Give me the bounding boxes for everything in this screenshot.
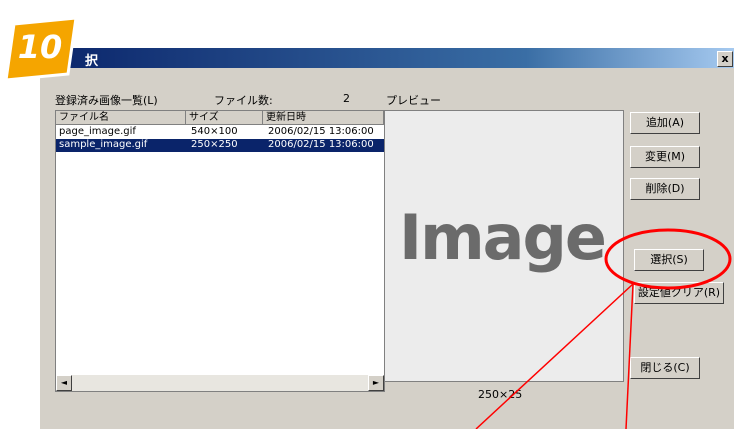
row-filename: page_image.gif — [59, 126, 136, 137]
clear-settings-button[interactable]: 設定値クリア(R) — [634, 282, 724, 304]
preview-label: プレビュー — [386, 94, 441, 107]
column-header-date[interactable]: 更新日時 — [263, 111, 384, 125]
file-count-label: ファイル数: — [214, 94, 273, 107]
dialog-titlebar — [40, 48, 734, 68]
image-list[interactable]: ファイル名 サイズ 更新日時 page_image.gif 540×100 20… — [55, 110, 385, 392]
list-header: ファイル名 サイズ 更新日時 — [56, 111, 384, 125]
preview-pane: Image — [384, 110, 624, 382]
close-button[interactable]: 閉じる(C) — [630, 357, 700, 379]
delete-button[interactable]: 削除(D) — [630, 178, 700, 200]
image-list-label: 登録済み画像一覧(L) — [55, 94, 158, 107]
change-button[interactable]: 変更(M) — [630, 146, 700, 168]
row-filename: sample_image.gif — [59, 139, 148, 150]
dialog-title: 択 — [85, 54, 99, 69]
row-size: 250×250 — [191, 139, 238, 150]
scroll-left-button[interactable]: ◄ — [56, 375, 72, 391]
select-button[interactable]: 選択(S) — [634, 249, 704, 271]
preview-size: 250×25 — [478, 388, 523, 401]
close-window-button[interactable]: x — [717, 51, 733, 67]
add-button[interactable]: 追加(A) — [630, 112, 700, 134]
column-header-size[interactable]: サイズ — [186, 111, 263, 125]
table-row[interactable]: page_image.gif 540×100 2006/02/15 13:06:… — [56, 126, 384, 139]
scroll-right-button[interactable]: ► — [368, 375, 384, 391]
row-size: 540×100 — [191, 126, 238, 137]
row-date: 2006/02/15 13:06:00 — [268, 139, 374, 150]
table-row-selected[interactable]: sample_image.gif 250×250 2006/02/15 13:0… — [56, 139, 384, 152]
file-count-value: 2 — [343, 92, 350, 105]
column-header-filename[interactable]: ファイル名 — [56, 111, 186, 125]
preview-image: Image — [399, 201, 607, 274]
step-number: 10 — [17, 28, 63, 66]
horizontal-scrollbar[interactable]: ◄ ► — [56, 375, 384, 391]
row-date: 2006/02/15 13:06:00 — [268, 126, 374, 137]
